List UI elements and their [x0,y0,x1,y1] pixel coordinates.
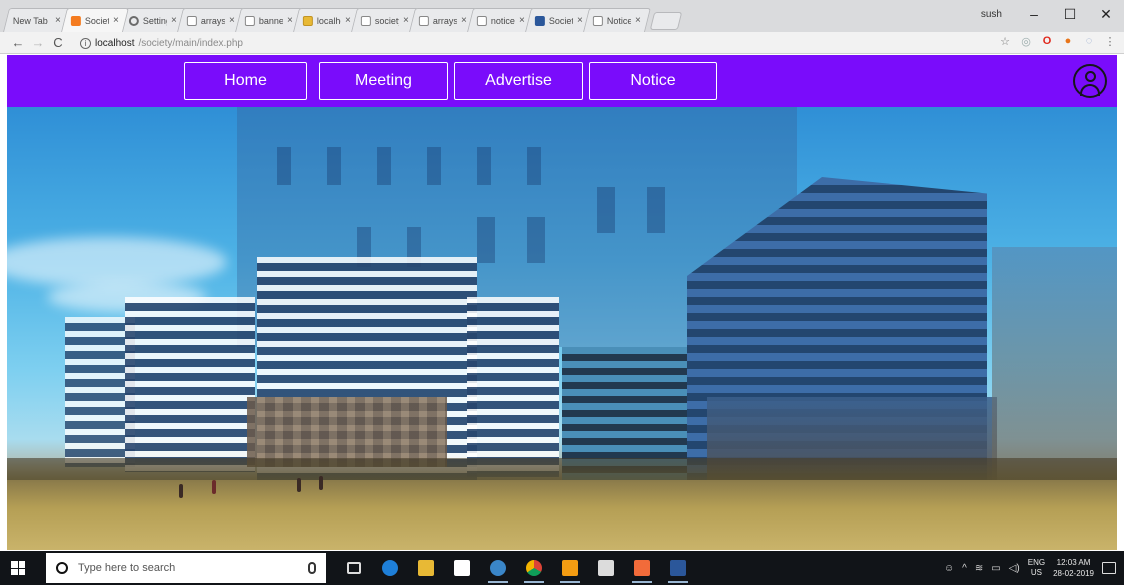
clock[interactable]: 12:03 AM 28-02-2019 [1053,557,1094,579]
bookmark-star-icon[interactable]: ☆ [999,35,1011,48]
network-icon[interactable]: ≋ [975,563,983,574]
people-icon[interactable]: ☺ [944,563,954,574]
new-tab-button[interactable] [649,12,683,30]
system-tray: ☺ ^ ≋ ▭ ◁) ENG US 12:03 AM 28-02-2019 [944,551,1124,585]
menu-dots-icon[interactable]: ⋮ [1104,35,1116,48]
close-window-button[interactable]: ✕ [1088,0,1124,28]
store-icon[interactable] [448,554,476,582]
file-explorer-icon[interactable] [412,554,440,582]
edge-browser-icon[interactable] [376,554,404,582]
page-icon [244,15,255,26]
close-icon[interactable]: × [345,15,351,26]
clock-time: 12:03 AM [1056,558,1091,567]
close-icon[interactable]: × [171,15,177,26]
url-path: /society/main/index.php [138,37,243,49]
action-center-icon[interactable] [1102,562,1116,574]
tab-title: banner [258,15,284,26]
forward-button[interactable]: → [28,33,48,53]
windows-taskbar: Type here to search ☺ ^ ≋ ▭ ◁) ENG US 12… [0,551,1124,585]
tab-title: arrays [432,15,458,26]
extension-drop-icon[interactable]: ● [1062,35,1074,47]
tab-strip: New Tab × Society × Settings × arrays × bann… [0,0,1124,32]
nav-home-button[interactable]: Home [184,62,307,100]
taskbar-search-box[interactable]: Type here to search [46,553,326,583]
extension-shield-icon[interactable]: ◌ [1083,35,1095,47]
battery-icon[interactable]: ▭ [991,563,1000,574]
extension-icon[interactable]: ◎ [1020,35,1032,48]
extension-bar: ☆ ◎ O ● ◌ ⋮ [999,35,1116,48]
page-icon [418,15,429,26]
nav-advertise-button[interactable]: Advertise [454,62,583,100]
close-icon[interactable]: × [635,15,641,26]
web-page: Home Meeting Advertise Notice [7,55,1117,550]
opera-icon[interactable]: O [1041,35,1053,47]
start-button[interactable] [0,551,36,585]
chevron-up-icon[interactable]: ^ [962,563,967,574]
site-navbar: Home Meeting Advertise Notice [7,55,1117,107]
region-code: US [1030,568,1042,577]
tab-title: New Tab [12,15,48,26]
lang-code: ENG [1027,558,1046,567]
tab-title: Notice [606,15,632,26]
page-icon [476,15,487,26]
url-host: localhost [95,37,135,49]
profile-name[interactable]: sush [981,9,1002,20]
minimize-button[interactable]: – [1016,0,1052,28]
close-icon[interactable]: × [461,15,467,26]
app-icon[interactable] [484,554,512,583]
clock-date: 28-02-2019 [1053,569,1094,578]
back-button[interactable]: ← [8,33,28,53]
tab-title: arrays [200,15,226,26]
tab-notice-2[interactable]: Notice × [583,8,651,32]
nav-notice-button[interactable]: Notice [589,62,717,100]
page-icon [592,15,603,26]
sublime-icon[interactable] [556,554,584,583]
tab-title: notice [490,15,515,26]
user-profile-icon[interactable] [1073,64,1107,98]
page-icon [186,15,197,26]
word-icon[interactable] [664,554,692,583]
close-icon[interactable]: × [287,15,293,26]
search-placeholder: Type here to search [78,562,176,574]
volume-icon[interactable]: ◁) [1009,563,1020,574]
maximize-button[interactable]: ☐ [1052,0,1088,28]
close-icon[interactable]: × [229,15,235,26]
reload-button[interactable]: C [48,33,68,53]
tab-society[interactable]: Society × [61,8,129,32]
windows-logo-icon [11,561,25,575]
gear-icon [128,15,139,26]
tab-title: Society [548,15,574,26]
orange-app-icon [70,15,81,26]
close-icon[interactable]: × [519,15,525,26]
browser-toolbar: ← → C i localhost/society/main/index.php… [0,32,1124,54]
page-icon [360,15,371,26]
tab-title: Society [84,15,110,26]
tab-title: Settings [142,15,168,26]
chrome-icon[interactable] [520,554,548,583]
w-icon [534,15,545,26]
tab-title: localho [316,15,342,26]
hero-banner-image [7,107,1117,550]
microphone-icon[interactable] [308,562,316,574]
task-view-icon[interactable] [340,554,368,582]
close-icon[interactable]: × [403,15,409,26]
info-icon[interactable]: i [80,37,91,49]
xampp-icon[interactable] [628,554,656,583]
close-icon[interactable]: × [55,15,61,26]
cortana-icon [56,562,68,574]
address-bar[interactable]: i localhost/society/main/index.php [80,34,960,52]
photos-icon[interactable] [592,554,620,582]
close-icon[interactable]: × [113,15,119,26]
language-indicator[interactable]: ENG US [1028,558,1045,578]
folder-icon [302,15,313,26]
lawn [7,480,1117,550]
nav-meeting-button[interactable]: Meeting [319,62,448,100]
tab-title: society [374,15,400,26]
close-icon[interactable]: × [577,15,583,26]
browser-window: New Tab × Society × Settings × arrays × bann… [0,0,1124,585]
